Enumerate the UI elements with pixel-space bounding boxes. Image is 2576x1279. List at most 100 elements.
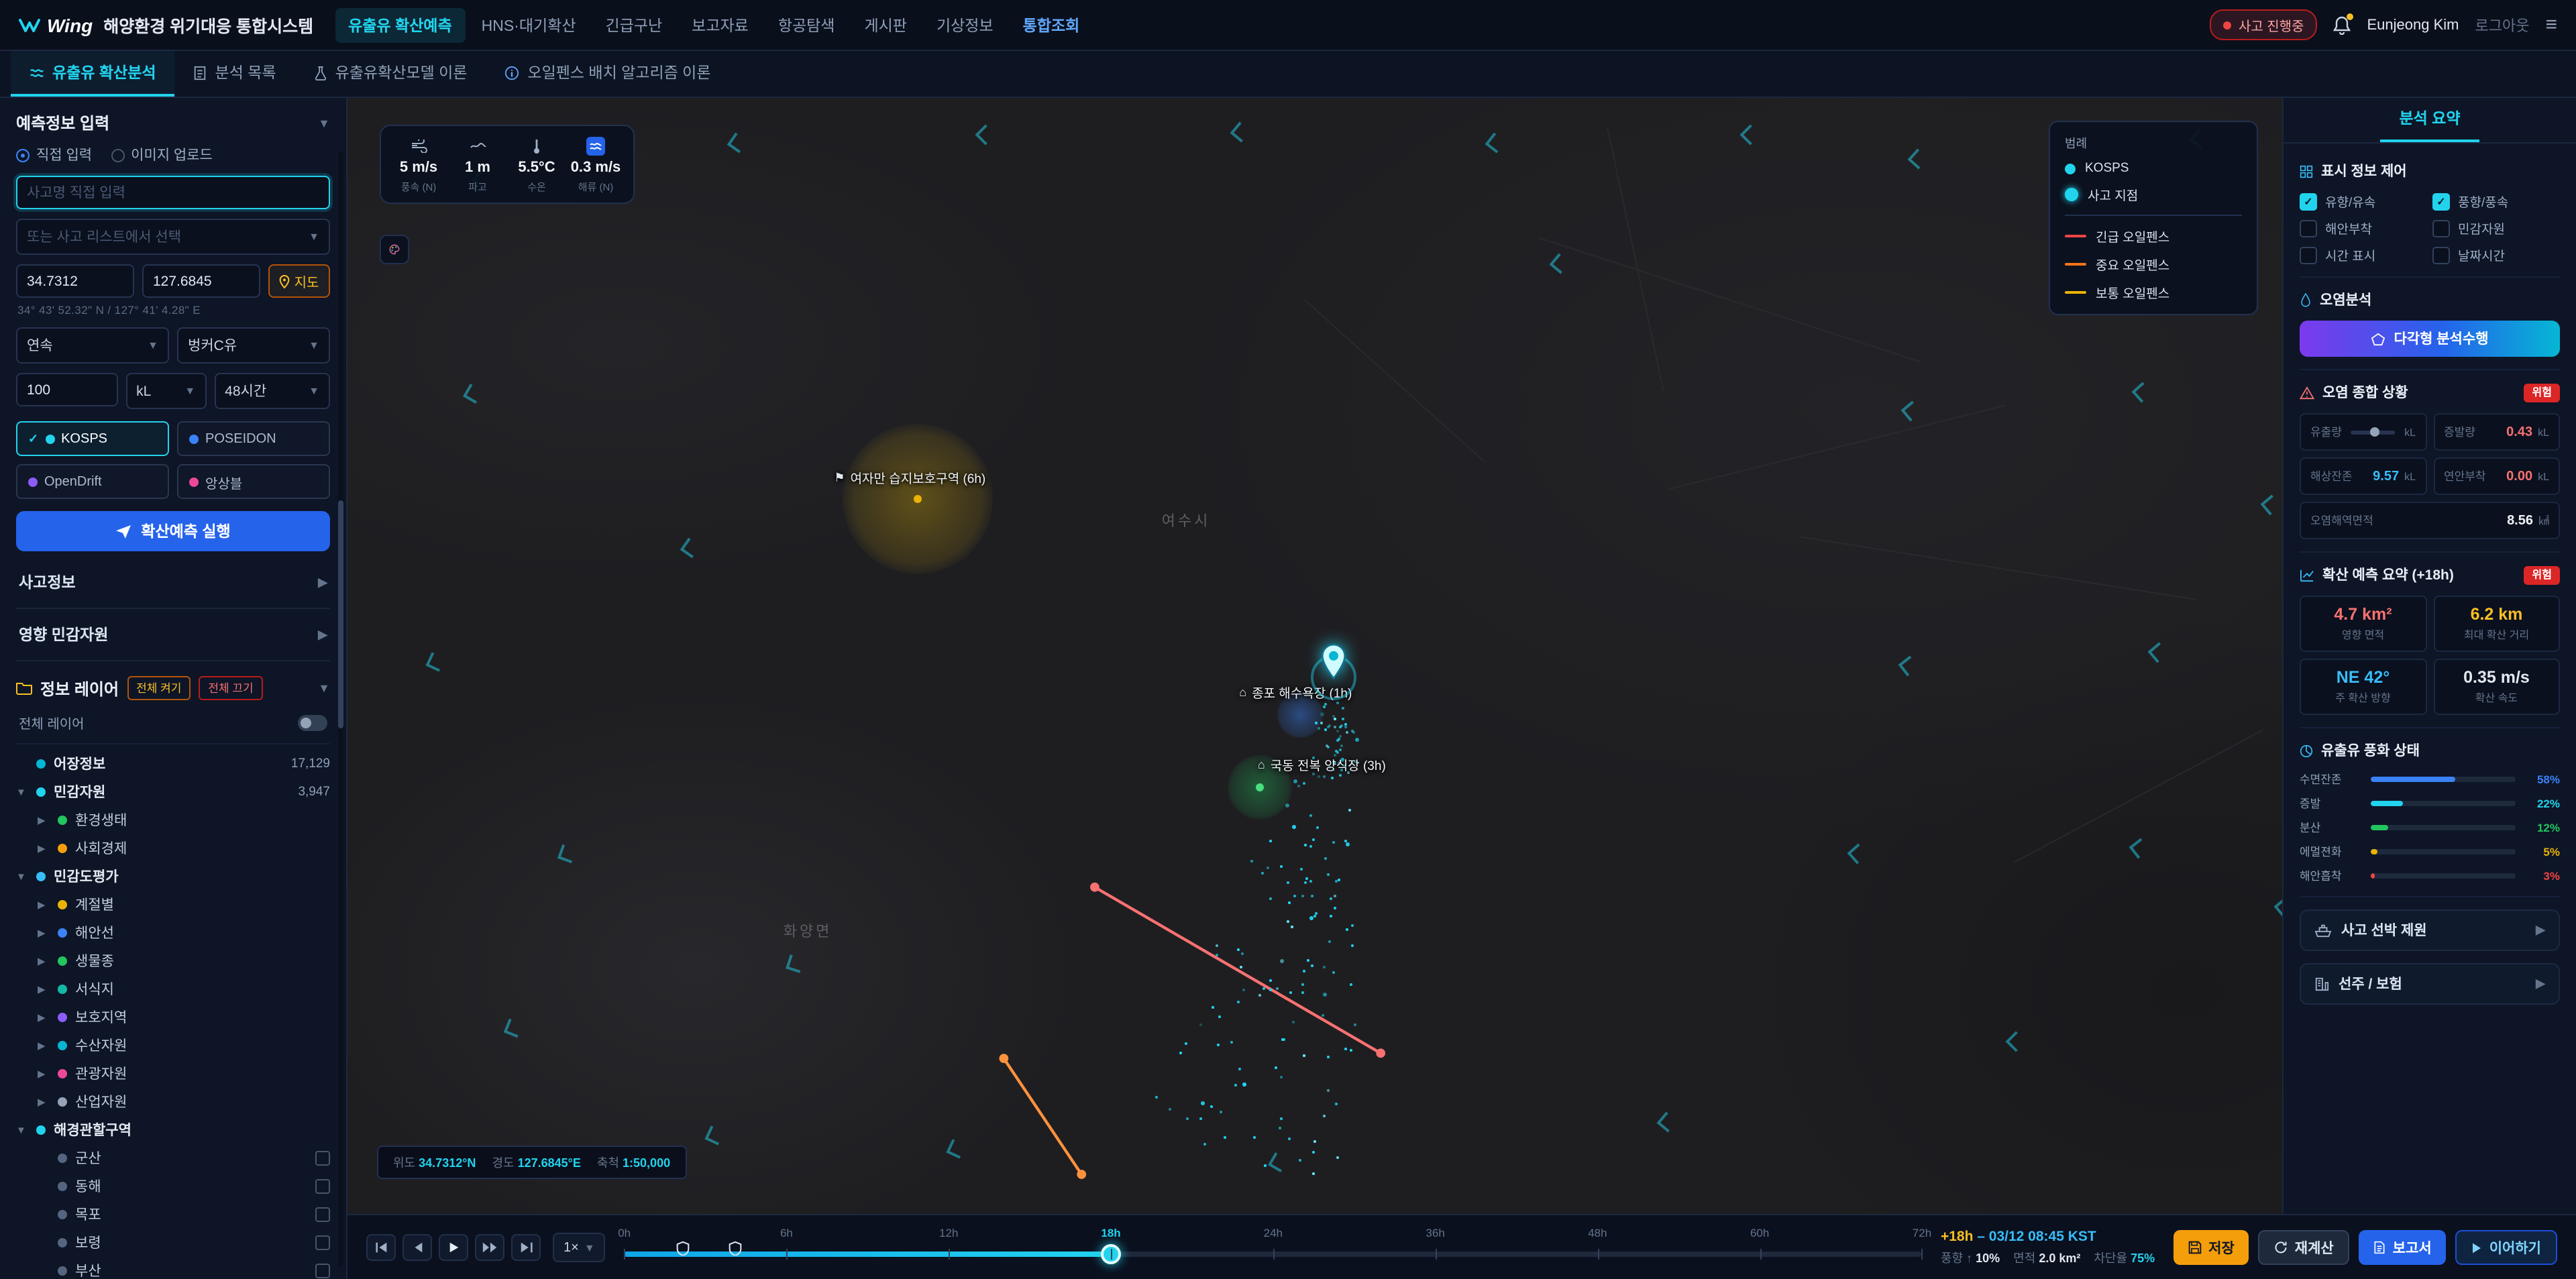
step-back-button[interactable] — [402, 1234, 432, 1261]
layer-tree-item[interactable]: ▶산업자원 — [16, 1088, 330, 1116]
display-option-wind[interactable]: ✓풍향/풍속 — [2432, 192, 2560, 211]
skip-start-button[interactable] — [366, 1234, 396, 1261]
nav-item-integrated-search[interactable]: 통합조회 — [1010, 7, 1093, 42]
map-canvas[interactable]: 여수시 화양면 ⚑여자만 습지보호구역 (6h) ⌂종포 해수욕장 (1h) ⌂… — [347, 98, 2282, 1214]
timeline-tick-labels: 0h6h12h18h24h36h48h60h72h — [625, 1226, 1922, 1241]
layer-tree-item[interactable]: 어장정보17,129 — [16, 750, 330, 778]
fence-line-swatch — [2065, 235, 2086, 237]
report-button[interactable]: 보고서 — [2359, 1230, 2447, 1265]
model-chip-poseidon[interactable]: ✓POSEIDON — [177, 421, 330, 456]
nav-item-board[interactable]: 게시판 — [851, 7, 920, 42]
skip-end-button[interactable] — [511, 1234, 541, 1261]
cell-impact-area: 4.7 km² 영향 면적 — [2300, 596, 2426, 652]
spill-amount-mini-slider[interactable] — [2351, 430, 2395, 434]
layer-tree-item[interactable]: 군산 — [16, 1144, 330, 1172]
run-prediction-button[interactable]: 확산예측 실행 — [16, 511, 330, 551]
tab-analysis-summary[interactable]: 분석 요약 — [2284, 98, 2576, 144]
layer-tree-item[interactable]: ▶보호지역 — [16, 1003, 330, 1032]
tab-diffusion-analysis[interactable]: 유출유 확산분석 — [11, 51, 175, 97]
tab-fence-algorithm-theory[interactable]: 오일펜스 배치 알고리즘 이론 — [486, 51, 729, 97]
layer-tree-item[interactable]: ▶계절별 — [16, 891, 330, 919]
save-button[interactable]: 저장 — [2174, 1230, 2249, 1265]
layer-tree-item[interactable]: 보령 — [16, 1229, 330, 1257]
layers-all-off-button[interactable]: 전체 끄기 — [199, 676, 262, 700]
zoom-to-region-icon — [315, 1235, 330, 1250]
recalculate-button[interactable]: 재계산 — [2259, 1230, 2350, 1265]
layer-tree-item[interactable]: ▼민감도평가 — [16, 863, 330, 891]
layer-tree-item[interactable]: ▼해경관할구역 — [16, 1116, 330, 1144]
unit-select[interactable]: kL▼ — [125, 373, 206, 409]
fence-deploy-marker-icon[interactable] — [728, 1241, 741, 1256]
section-title-prediction-input: 예측정보 입력 — [16, 111, 109, 134]
spill-point-marker[interactable] — [1320, 643, 1347, 679]
nav-item-reports[interactable]: 보고자료 — [678, 7, 762, 42]
model-chip-ensemble[interactable]: ✓앙상블 — [177, 464, 330, 499]
layer-tree-item[interactable]: ▶사회경제 — [16, 834, 330, 863]
layer-tree-item[interactable]: ▶서식지 — [16, 975, 330, 1003]
layer-tree-item[interactable]: ▶해안선 — [16, 919, 330, 947]
continue-button[interactable]: 이어하기 — [2456, 1230, 2557, 1265]
layer-tree-item[interactable]: ▶관광자원 — [16, 1060, 330, 1088]
fast-forward-button[interactable] — [475, 1234, 504, 1261]
playback-speed-select[interactable]: 1×▼ — [553, 1233, 606, 1262]
layer-tree-item[interactable]: 부산 — [16, 1257, 330, 1279]
display-option-current[interactable]: ✓유향/유속 — [2300, 192, 2427, 211]
layer-tree-item[interactable]: ▶생물종 — [16, 947, 330, 975]
accident-list-select[interactable]: 또는 사고 리스트에서 선택▼ — [16, 219, 330, 255]
timeline-track[interactable]: 0h6h12h18h24h36h48h60h72h — [625, 1225, 1922, 1270]
nav-item-weather-info[interactable]: 기상정보 — [923, 7, 1007, 42]
layer-tree-item[interactable]: ▶수산자원 — [16, 1032, 330, 1060]
section-impact-resources[interactable]: 영향 민감자원▶ — [16, 609, 330, 661]
layer-tree-item[interactable]: 동해 — [16, 1172, 330, 1201]
display-option-shore-adhesion[interactable]: ✓해안부착 — [2300, 219, 2427, 237]
chevron-right-icon: ▶ — [2536, 977, 2545, 991]
notification-bell-icon[interactable] — [2334, 15, 2351, 34]
map-style-button[interactable] — [380, 235, 409, 264]
latitude-input[interactable] — [16, 264, 134, 298]
warning-icon — [2300, 386, 2314, 399]
logout-button[interactable]: 로그아웃 — [2475, 14, 2530, 36]
nav-item-emergency-rescue[interactable]: 긴급구난 — [592, 7, 676, 42]
palette-icon — [389, 241, 400, 258]
legend-fence-urgent: 긴급 오일펜스 — [2065, 227, 2242, 245]
display-option-sensitive-resource[interactable]: ✓민감자원 — [2432, 219, 2560, 237]
radio-image-upload[interactable]: 이미지 업로드 — [111, 145, 213, 165]
oil-type-select[interactable]: 벙커C유▼ — [177, 327, 330, 364]
layer-tree-item[interactable]: ▼민감자원3,947 — [16, 778, 330, 806]
duration-select[interactable]: 48시간▼ — [214, 373, 330, 409]
nav-item-hns-air-diffusion[interactable]: HNS·대기확산 — [468, 7, 590, 42]
play-button[interactable] — [439, 1234, 468, 1261]
collapse-chevron-icon[interactable]: ▼ — [318, 681, 330, 695]
danger-badge: 위험 — [2524, 383, 2560, 402]
sidebar-scrollbar-thumb[interactable] — [338, 500, 343, 728]
menu-icon[interactable]: ≡ — [2545, 13, 2557, 36]
layer-tree-item[interactable]: ▶환경생태 — [16, 806, 330, 834]
display-option-time[interactable]: ✓시간 표시 — [2300, 245, 2427, 264]
radio-direct-input[interactable]: 직접 입력 — [16, 145, 92, 165]
tab-model-theory[interactable]: 유출유확산모델 이론 — [295, 51, 486, 97]
checkbox-icon: ✓ — [2300, 246, 2317, 264]
nav-item-oil-spill-prediction[interactable]: 유출유 확산예측 — [335, 7, 466, 42]
collapse-chevron-icon[interactable]: ▼ — [318, 116, 330, 129]
model-chip-kosps[interactable]: ✓KOSPS — [16, 421, 169, 456]
model-chip-opendrift[interactable]: ✓OpenDrift — [16, 464, 169, 499]
fence-deploy-marker-icon[interactable] — [676, 1241, 690, 1256]
accident-name-input[interactable] — [16, 176, 330, 209]
polygon-analysis-button[interactable]: 다각형 분석수행 — [2300, 321, 2560, 357]
display-option-datetime[interactable]: ✓날짜시간 — [2432, 245, 2560, 264]
checkbox-icon: ✓ — [2432, 246, 2450, 264]
pick-on-map-button[interactable]: 지도 — [268, 264, 330, 298]
layers-icon — [2300, 164, 2313, 178]
section-vessel-specs[interactable]: 사고 선박 제원 ▶ — [2300, 909, 2560, 951]
timeline-slider[interactable] — [625, 1252, 1922, 1257]
section-owner-insurance[interactable]: 선주 / 보험 ▶ — [2300, 963, 2560, 1005]
spill-amount-input[interactable] — [16, 373, 117, 406]
spill-type-select[interactable]: 연속▼ — [16, 327, 169, 364]
tab-analysis-list[interactable]: 분석 목록 — [175, 51, 295, 97]
longitude-input[interactable] — [142, 264, 260, 298]
all-layers-switch[interactable] — [298, 714, 327, 730]
layer-tree-item[interactable]: 목포 — [16, 1201, 330, 1229]
nav-item-aerial-search[interactable]: 항공탐색 — [765, 7, 849, 42]
section-accident-info[interactable]: 사고정보▶ — [16, 557, 330, 609]
layers-all-on-button[interactable]: 전체 켜기 — [127, 676, 191, 700]
